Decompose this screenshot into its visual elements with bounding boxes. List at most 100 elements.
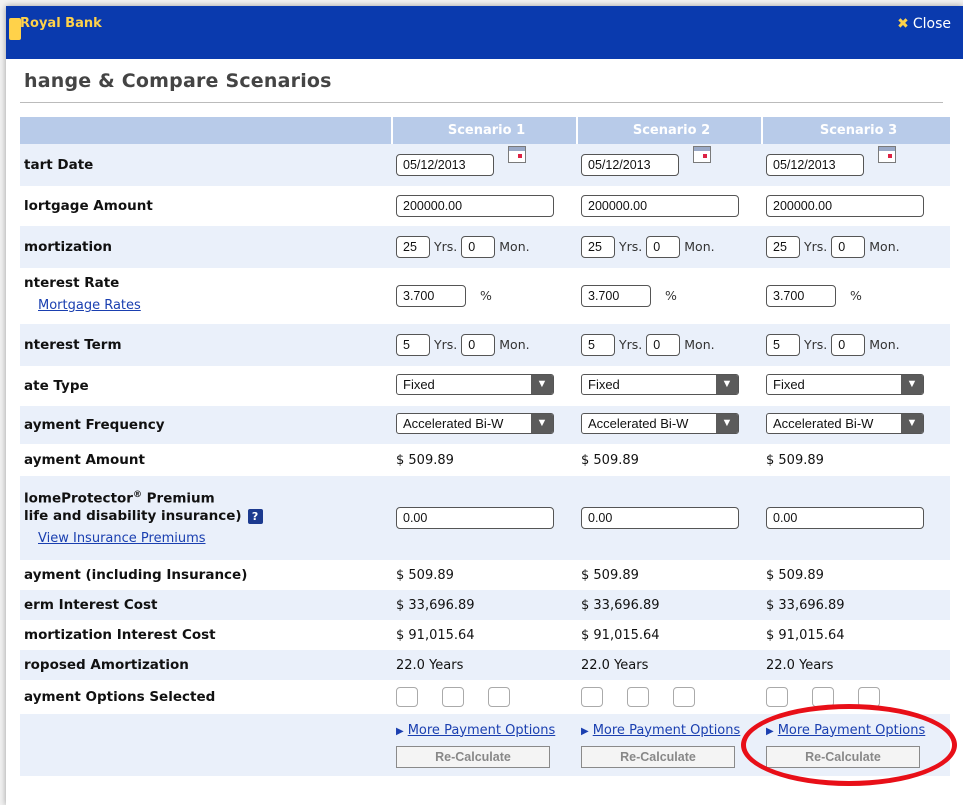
calendar-icon[interactable] (693, 146, 711, 163)
table-row: nterest Term Yrs. Mon. Yrs. Mon. Yrs. Mon. (20, 324, 950, 366)
payment-option-checkbox[interactable] (673, 687, 695, 707)
select-value: Accelerated Bi-W (773, 415, 874, 431)
proposed-amortization-value-3: 22.0 Years (766, 657, 834, 673)
amortization-months-input-2[interactable] (646, 236, 681, 258)
rate-type-select-2[interactable]: Fixed ▼ (581, 373, 739, 395)
view-insurance-premiums-link[interactable]: View Insurance Premiums (38, 531, 206, 546)
months-unit: Mon. (684, 239, 715, 254)
home-protector-cell: lomeProtector® Premium life and disabili… (20, 476, 392, 560)
payment-amount-label: ayment Amount (24, 452, 145, 468)
help-icon[interactable]: ? (247, 509, 263, 525)
term-months-input-3[interactable] (831, 334, 866, 356)
amortization-years-input-3[interactable] (766, 236, 800, 258)
payment-option-checkbox[interactable] (581, 687, 603, 707)
table-row: erm Interest Cost $ 33,696.89 $ 33,696.8… (20, 590, 950, 620)
mortgage-rates-link[interactable]: Mortgage Rates (38, 298, 141, 313)
percent-unit: % (850, 288, 862, 303)
rate-type-select-1[interactable]: Fixed ▼ (396, 373, 554, 395)
dropdown-arrow-icon: ▼ (531, 413, 553, 433)
interest-rate-input-2[interactable] (581, 285, 651, 307)
payment-amount-value-3: $ 509.89 (766, 452, 824, 468)
select-value: Fixed (588, 376, 620, 392)
header-bar: Royal Bank ✖ Close (6, 6, 963, 59)
term-months-input-2[interactable] (646, 334, 681, 356)
proposed-amortization-label: roposed Amortization (24, 657, 189, 673)
table-row: ayment Options Selected (20, 680, 950, 714)
amortization-interest-cost-label: mortization Interest Cost (24, 627, 216, 643)
payment-option-checkbox[interactable] (766, 687, 788, 707)
start-date-input-2[interactable] (581, 154, 679, 176)
triangle-right-icon: ▶ (581, 725, 589, 737)
amortization-years-input-2[interactable] (581, 236, 615, 258)
mortgage-amount-input-3[interactable] (766, 195, 924, 217)
start-date-label: tart Date (24, 157, 94, 173)
mortgage-amount-input-2[interactable] (581, 195, 739, 217)
recalculate-button-3[interactable]: Re-Calculate (766, 745, 920, 768)
premium-input-2[interactable] (581, 507, 739, 529)
mortgage-amount-input-1[interactable] (396, 195, 554, 217)
term-years-input-1[interactable] (396, 334, 430, 356)
payment-frequency-select-3[interactable]: Accelerated Bi-W ▼ (766, 412, 924, 434)
dropdown-arrow-icon: ▼ (901, 413, 923, 433)
recalculate-button-2[interactable]: Re-Calculate (581, 745, 735, 768)
premium-input-1[interactable] (396, 507, 554, 529)
amortization-interest-cost-value-3: $ 91,015.64 (766, 627, 845, 643)
interest-rate-input-3[interactable] (766, 285, 836, 307)
start-date-input-3[interactable] (766, 154, 864, 176)
recalculate-button-1[interactable]: Re-Calculate (396, 745, 550, 768)
close-button[interactable]: ✖ Close (897, 16, 951, 32)
home-protector-label: lomeProtector (24, 490, 133, 507)
scenario-2-header: Scenario 2 (576, 117, 762, 144)
table-row: mortization Interest Cost $ 91,015.64 $ … (20, 620, 950, 650)
term-years-input-3[interactable] (766, 334, 800, 356)
term-interest-cost-label: erm Interest Cost (24, 597, 158, 613)
payment-option-checkbox[interactable] (627, 687, 649, 707)
amortization-months-input-3[interactable] (831, 236, 866, 258)
close-label: Close (912, 16, 951, 32)
rate-type-select-3[interactable]: Fixed ▼ (766, 373, 924, 395)
years-unit: Yrs. (619, 239, 643, 254)
more-payment-options-link-1[interactable]: ▶ More Payment Options (396, 723, 555, 738)
premium-input-3[interactable] (766, 507, 924, 529)
payment-frequency-select-1[interactable]: Accelerated Bi-W ▼ (396, 412, 554, 434)
calendar-icon[interactable] (508, 146, 526, 163)
term-months-input-1[interactable] (461, 334, 496, 356)
dropdown-arrow-icon: ▼ (716, 413, 738, 433)
payment-option-checkbox[interactable] (858, 687, 880, 707)
table-row: ▶ More Payment Options Re-Calculate ▶ More… (20, 714, 950, 776)
percent-unit: % (480, 288, 492, 303)
payment-option-checkbox[interactable] (812, 687, 834, 707)
more-payment-options-label: More Payment Options (777, 722, 926, 738)
header-empty-cell (20, 117, 392, 144)
interest-rate-input-1[interactable] (396, 285, 466, 307)
start-date-input-1[interactable] (396, 154, 494, 176)
table-row: ayment Frequency Accelerated Bi-W ▼ Accel… (20, 406, 950, 444)
scenario-1-header: Scenario 1 (391, 117, 577, 144)
payment-incl-insurance-value-1: $ 509.89 (396, 567, 454, 583)
amortization-years-input-1[interactable] (396, 236, 430, 258)
more-payment-options-link-3[interactable]: ▶ More Payment Options (766, 723, 925, 738)
more-payment-options-link-2[interactable]: ▶ More Payment Options (581, 723, 740, 738)
title-divider (20, 102, 943, 103)
registered-mark: ® (132, 489, 142, 500)
months-unit: Mon. (869, 239, 900, 254)
payment-option-checkbox[interactable] (396, 687, 418, 707)
payment-option-checkbox[interactable] (442, 687, 464, 707)
years-unit: Yrs. (804, 337, 828, 352)
years-unit: Yrs. (434, 239, 458, 254)
calendar-icon[interactable] (878, 146, 896, 163)
months-unit: Mon. (684, 337, 715, 352)
close-icon: ✖ (897, 16, 909, 32)
years-unit: Yrs. (619, 337, 643, 352)
empty-cell (20, 714, 392, 776)
payment-amount-value-2: $ 509.89 (581, 452, 639, 468)
payment-frequency-select-2[interactable]: Accelerated Bi-W ▼ (581, 412, 739, 434)
amortization-months-input-1[interactable] (461, 236, 496, 258)
term-years-input-2[interactable] (581, 334, 615, 356)
payment-option-checkbox[interactable] (488, 687, 510, 707)
payment-incl-insurance-value-3: $ 509.89 (766, 567, 824, 583)
term-interest-cost-value-2: $ 33,696.89 (581, 597, 660, 613)
select-value: Fixed (773, 376, 805, 392)
months-unit: Mon. (869, 337, 900, 352)
scenario-3-header: Scenario 3 (761, 117, 950, 144)
